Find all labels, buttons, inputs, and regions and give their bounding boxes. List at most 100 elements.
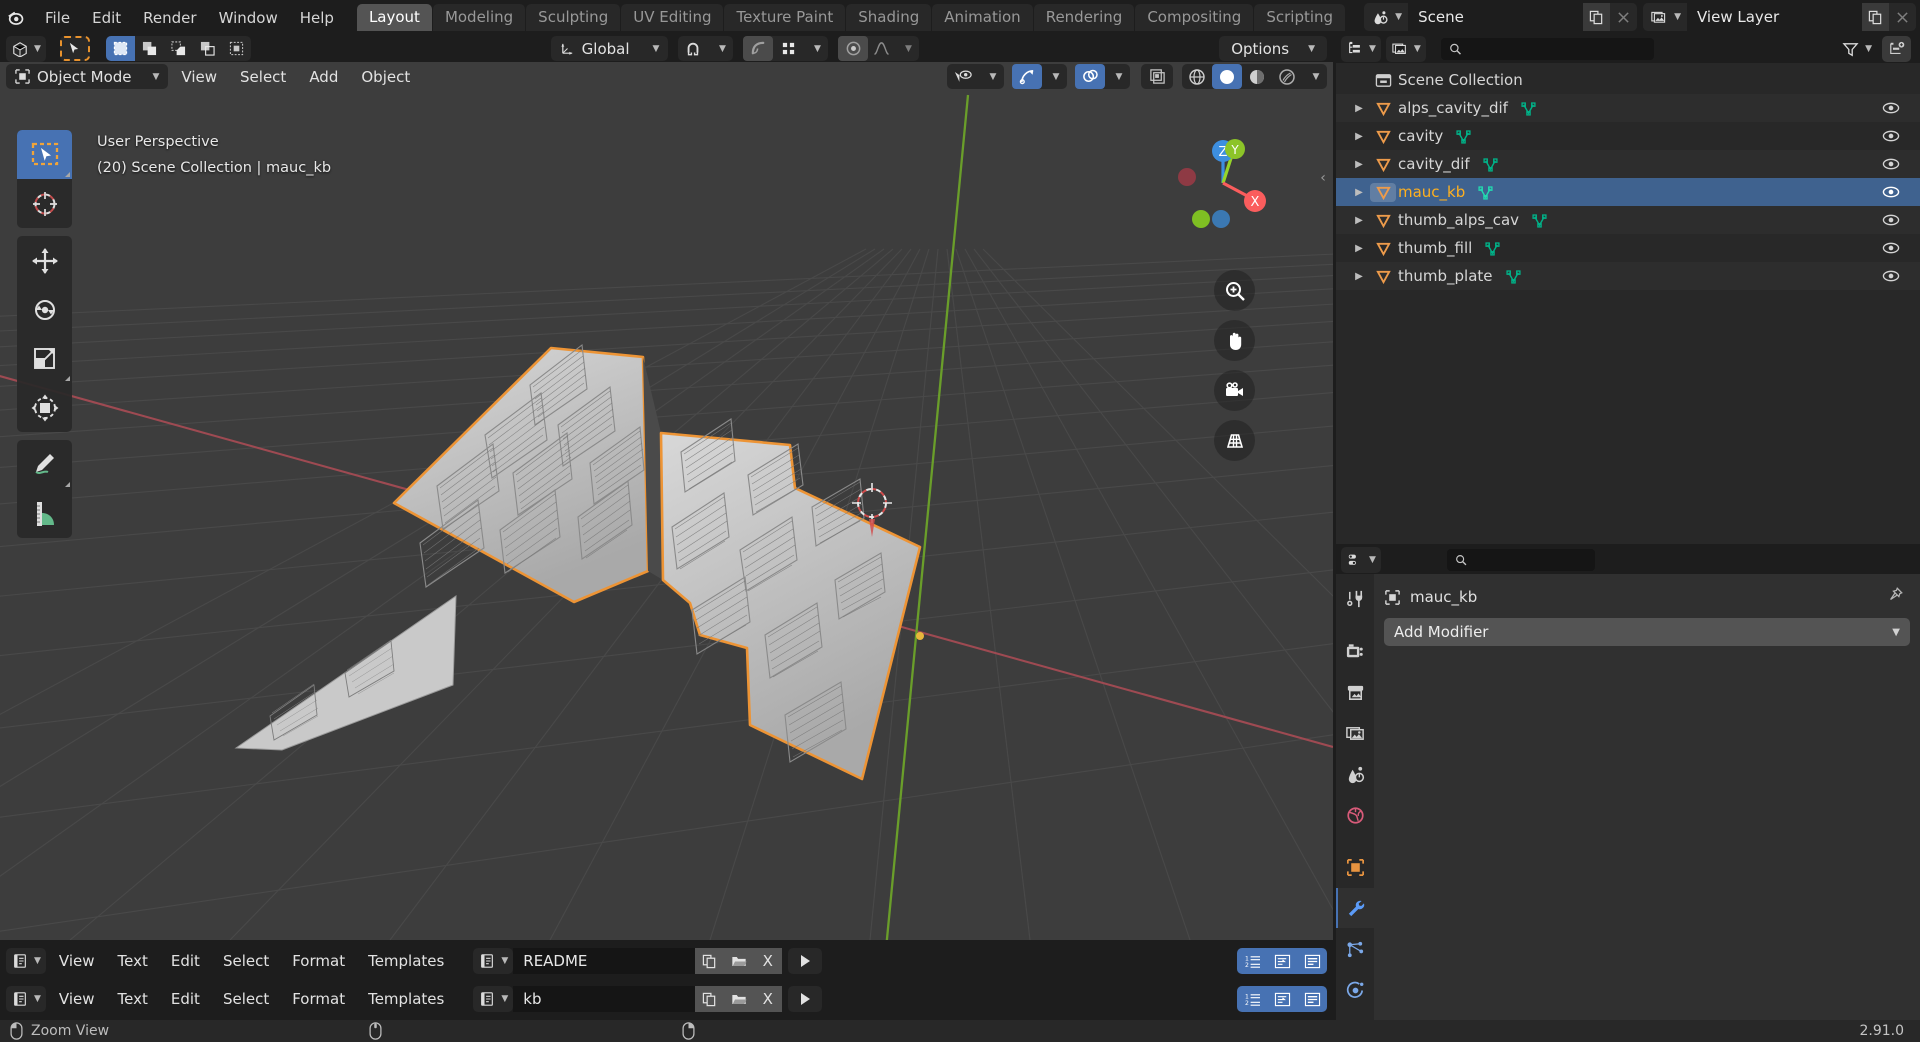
- text-menu-select[interactable]: Select: [213, 948, 279, 974]
- proportional-edit-icon[interactable]: [743, 36, 774, 61]
- outliner-display-mode-icon[interactable]: ▼: [1385, 36, 1426, 62]
- text-menu-format[interactable]: Format: [282, 948, 355, 974]
- viewport-sidebar-toggle[interactable]: ‹: [1315, 165, 1331, 191]
- material-preview-icon[interactable]: [1242, 64, 1272, 89]
- annotate-icon[interactable]: [17, 440, 72, 489]
- close-icon[interactable]: [1610, 3, 1638, 31]
- move-icon[interactable]: [17, 236, 72, 285]
- text-menu-templates[interactable]: Templates: [358, 986, 454, 1012]
- text-menu-templates[interactable]: Templates: [358, 948, 454, 974]
- eye-open-icon[interactable]: [1882, 122, 1900, 150]
- text-menu-view[interactable]: View: [49, 948, 105, 974]
- 3d-viewport[interactable]: ▼ Global ▼ ▼ ▼ ▼ Options ▼ Object Mode ▼…: [0, 35, 1333, 940]
- pan-hand-icon[interactable]: [1214, 320, 1255, 361]
- properties-tab-render[interactable]: [1336, 631, 1374, 671]
- workspace-tab-modeling[interactable]: Modeling: [432, 4, 526, 31]
- properties-tab-view-layer[interactable]: [1336, 713, 1374, 753]
- scene-icon[interactable]: ▼: [1364, 3, 1409, 31]
- overlays-icon[interactable]: [1075, 64, 1105, 89]
- syntax-highlight-icon[interactable]: [1297, 948, 1327, 974]
- rotate-icon[interactable]: [17, 285, 72, 334]
- viewport-menu-object[interactable]: Object: [351, 64, 420, 89]
- text-menu-edit[interactable]: Edit: [161, 948, 210, 974]
- editor-type-text-icon[interactable]: ▼: [6, 986, 46, 1012]
- text-editor-2[interactable]: ▼ View Text Edit Select Format Templates…: [0, 980, 1333, 1018]
- view-layer-name[interactable]: View Layer: [1687, 3, 1862, 31]
- workspace-tab-shading[interactable]: Shading: [846, 4, 932, 31]
- tweak-select-box-icon[interactable]: [17, 130, 72, 179]
- select-box-icon[interactable]: [59, 36, 90, 61]
- workspace-tab-texture-paint[interactable]: Texture Paint: [724, 4, 846, 31]
- new-collection-icon[interactable]: [1882, 36, 1911, 62]
- workspace-tab-compositing[interactable]: Compositing: [1135, 4, 1254, 31]
- zoom-icon[interactable]: [1214, 270, 1255, 311]
- properties-tab-object[interactable]: [1336, 847, 1374, 887]
- duplicate-icon[interactable]: [1862, 3, 1889, 31]
- folder-open-icon[interactable]: [724, 948, 754, 974]
- outliner-editor[interactable]: ▼ ▼ ▼ Scene Collection ▶ alps_cavity_dif…: [1336, 35, 1920, 544]
- unlink-button[interactable]: X: [753, 986, 783, 1012]
- workspace-tab-sculpting[interactable]: Sculpting: [526, 4, 621, 31]
- outliner-row-item[interactable]: ▶ thumb_alps_cav: [1336, 206, 1920, 234]
- mesh-data-icon[interactable]: [1505, 268, 1522, 285]
- properties-editor[interactable]: ▼ mauc_kb Add Modifier ▼: [1336, 546, 1920, 1022]
- editor-type-outliner-icon[interactable]: ▼: [1341, 36, 1381, 62]
- disclosure-icon[interactable]: ▶: [1348, 271, 1370, 282]
- camera-view-icon[interactable]: [1214, 370, 1255, 411]
- chevron-down-icon[interactable]: ▼: [1105, 64, 1130, 89]
- menu-render[interactable]: Render: [132, 5, 207, 31]
- eye-open-icon[interactable]: [1882, 206, 1900, 234]
- select-extend-icon[interactable]: [135, 36, 164, 61]
- chevron-down-icon[interactable]: ▼: [1042, 64, 1067, 89]
- unlink-button[interactable]: X: [753, 948, 783, 974]
- disclosure-icon[interactable]: ▶: [1348, 103, 1370, 114]
- show-hide-icon[interactable]: [947, 64, 979, 89]
- solid-icon[interactable]: [1212, 64, 1242, 89]
- xray-icon[interactable]: [1141, 64, 1173, 89]
- text-menu-edit[interactable]: Edit: [161, 986, 210, 1012]
- text-menu-text[interactable]: Text: [108, 986, 158, 1012]
- line-numbers-icon[interactable]: 12: [1237, 948, 1267, 974]
- menu-window[interactable]: Window: [208, 5, 289, 31]
- disclosure-icon[interactable]: ▶: [1348, 243, 1370, 254]
- outliner-row-item-selected[interactable]: ▶ mauc_kb: [1336, 178, 1920, 206]
- properties-search-input[interactable]: [1446, 549, 1595, 571]
- editor-type-3dview-icon[interactable]: ▼: [6, 35, 46, 62]
- navigation-gizmo[interactable]: Z Y X: [1169, 129, 1277, 237]
- eye-open-icon[interactable]: [1882, 262, 1900, 290]
- chevron-down-icon[interactable]: ▼: [894, 36, 919, 61]
- disclosure-icon[interactable]: ▶: [1348, 187, 1370, 198]
- viewport-menu-view[interactable]: View: [171, 64, 227, 89]
- properties-tab-tool[interactable]: [1336, 579, 1374, 619]
- measure-icon[interactable]: [17, 489, 72, 538]
- falloff-curve-icon[interactable]: [868, 36, 894, 61]
- play-run-script-icon[interactable]: [788, 948, 823, 974]
- workspace-tab-layout[interactable]: Layout: [356, 4, 432, 31]
- workspace-tab-animation[interactable]: Animation: [932, 4, 1033, 31]
- outliner-row-item[interactable]: ▶ cavity_dif: [1336, 150, 1920, 178]
- select-difference-icon[interactable]: [193, 36, 222, 61]
- text-datablock-name[interactable]: kb: [513, 986, 696, 1012]
- eye-open-icon[interactable]: [1882, 234, 1900, 262]
- text-menu-format[interactable]: Format: [282, 986, 355, 1012]
- viewport-menu-add[interactable]: Add: [299, 64, 348, 89]
- scene-name[interactable]: Scene: [1408, 3, 1584, 31]
- eye-open-icon[interactable]: [1882, 94, 1900, 122]
- chevron-down-icon[interactable]: ▼: [803, 36, 828, 61]
- properties-tab-physics[interactable]: [1336, 970, 1374, 1010]
- eye-open-icon[interactable]: [1882, 178, 1900, 206]
- text-datablock-icon[interactable]: ▼: [473, 948, 514, 974]
- mesh-data-icon[interactable]: [1520, 100, 1537, 117]
- viewport-menu-select[interactable]: Select: [230, 64, 296, 89]
- line-numbers-icon[interactable]: 12: [1237, 986, 1267, 1012]
- outliner-search-input[interactable]: [1440, 38, 1654, 60]
- editor-type-text-icon[interactable]: ▼: [6, 948, 46, 974]
- view-layer-selector[interactable]: ▼ View Layer: [1643, 3, 1916, 31]
- workspace-tab-scripting[interactable]: Scripting: [1254, 4, 1346, 31]
- word-wrap-icon[interactable]: [1267, 986, 1297, 1012]
- outliner-row-item[interactable]: ▶ thumb_plate: [1336, 262, 1920, 290]
- disclosure-icon[interactable]: ▶: [1348, 131, 1370, 142]
- scale-icon[interactable]: [17, 334, 72, 383]
- properties-tab-world[interactable]: [1336, 795, 1374, 835]
- properties-tab-output[interactable]: [1336, 672, 1374, 712]
